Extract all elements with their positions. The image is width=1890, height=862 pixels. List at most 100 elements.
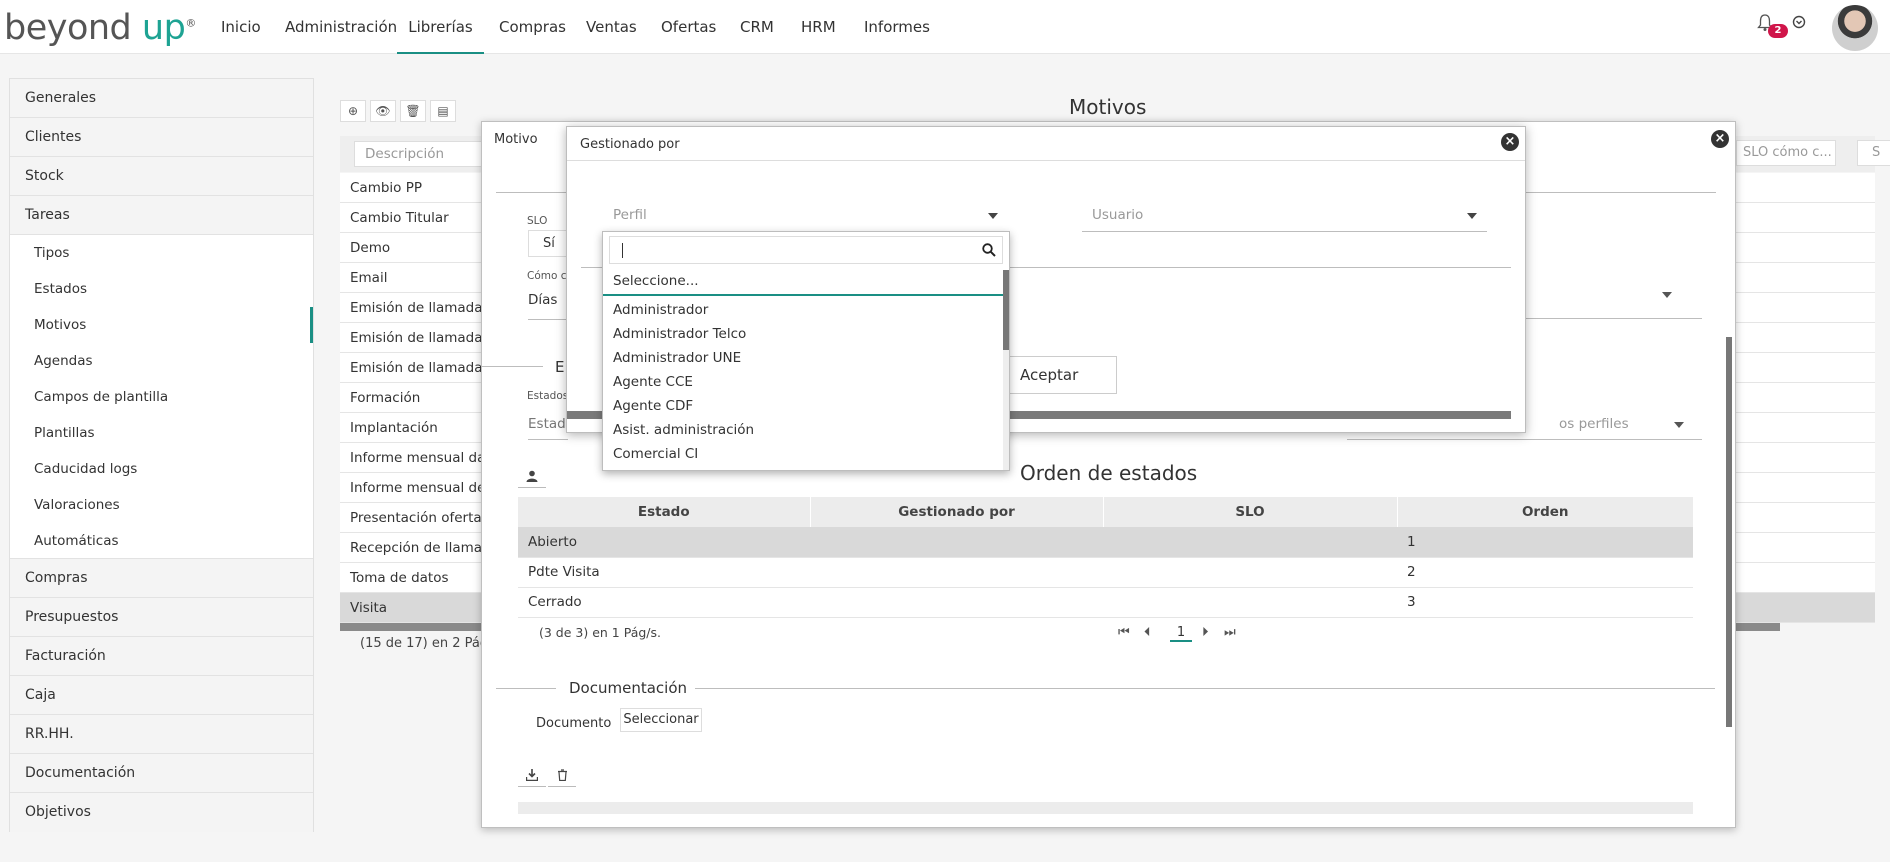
gestionado-dialog-title: Gestionado por (580, 137, 680, 152)
chevron-down-icon[interactable] (1662, 292, 1672, 298)
sidebar-item-tareas[interactable]: Tareas (10, 196, 313, 235)
sidebar-subitem-campos-plantilla[interactable]: Campos de plantilla (10, 379, 313, 415)
user-avatar[interactable] (1832, 5, 1878, 51)
column-header-estado[interactable]: Estado (518, 497, 811, 527)
chevron-circle-icon[interactable] (1792, 15, 1806, 33)
dropdown-search-input[interactable] (609, 236, 1003, 264)
sidebar-subitem-agendas[interactable]: Agendas (10, 343, 313, 379)
column-header-orden[interactable]: Orden (1397, 497, 1693, 527)
cell-orden: 1 (1397, 527, 1693, 558)
first-page-icon[interactable]: ⏮ (1118, 625, 1133, 640)
add-button[interactable]: ⊕ (340, 100, 366, 122)
prev-page-icon[interactable]: ⏴ (1144, 625, 1151, 640)
sidebar-subitem-motivos[interactable]: Motivos (10, 307, 313, 343)
nav-ofertas[interactable]: Ofertas (661, 0, 716, 54)
brand-logo[interactable]: beyond up® (4, 8, 196, 48)
slo-como-filter-input[interactable]: SLO cómo c... (1736, 140, 1836, 166)
vertical-scrollbar[interactable] (1726, 337, 1732, 727)
dropdown-option[interactable]: Administrador (613, 302, 708, 318)
description-filter-input[interactable]: Descripción (354, 141, 494, 167)
nav-librerias[interactable]: Librerías (397, 0, 484, 54)
cell-gestionado (810, 557, 1103, 588)
nav-hrm[interactable]: HRM (801, 0, 836, 54)
close-icon[interactable]: × (1501, 133, 1519, 151)
chevron-down-icon[interactable] (1467, 213, 1477, 219)
last-page-icon[interactable]: ⏭ (1224, 625, 1236, 640)
sidebar-item-compras[interactable]: Compras (10, 559, 313, 598)
sidebar-item-rrhh[interactable]: RR.HH. (10, 715, 313, 754)
sidebar-item-caja[interactable]: Caja (10, 676, 313, 715)
next-page-icon[interactable]: ⏵ (1202, 625, 1209, 640)
divider (482, 366, 543, 367)
nav-informes[interactable]: Informes (864, 0, 930, 54)
sidebar-subitem-automaticas[interactable]: Automáticas (10, 523, 313, 559)
dialog-header (567, 127, 1525, 161)
sidebar-item-generales[interactable]: Generales (10, 79, 313, 118)
sidebar-subitem-estados[interactable]: Estados (10, 271, 313, 307)
dropdown-option[interactable]: Administrador UNE (613, 350, 741, 366)
nav-compras[interactable]: Compras (499, 0, 566, 54)
cell-slo (1103, 557, 1397, 588)
sidebar-subitem-tipos[interactable]: Tipos (10, 235, 313, 271)
dropdown-scrollbar-thumb[interactable] (1003, 270, 1009, 350)
perfil-select[interactable]: Perfil (613, 207, 993, 231)
sidebar-subitem-caducidad-logs[interactable]: Caducidad logs (10, 451, 313, 487)
dropdown-option[interactable]: Seleccione... (613, 273, 699, 289)
column-header-gestionado[interactable]: Gestionado por (810, 497, 1104, 527)
delete-button[interactable]: 🗑 (400, 100, 426, 122)
table-row[interactable]: Abierto 1 (518, 527, 1693, 558)
trash-icon: 🗑 (405, 104, 421, 118)
sidebar-subitem-valoraciones[interactable]: Valoraciones (10, 487, 313, 523)
search-icon (982, 243, 996, 257)
user-icon (526, 470, 538, 482)
sidebar-item-presupuestos[interactable]: Presupuestos (10, 598, 313, 637)
column-header-slo[interactable]: SLO (1103, 497, 1398, 527)
extra-filter-input[interactable]: S (1857, 140, 1890, 166)
close-icon[interactable]: × (1711, 130, 1729, 148)
nav-crm[interactable]: CRM (740, 0, 774, 54)
dropdown-option-highlighted[interactable]: Seleccione... (603, 268, 1003, 296)
como-label: Cómo c (527, 270, 567, 282)
sidebar-item-clientes[interactable]: Clientes (10, 118, 313, 157)
text-caret (622, 243, 623, 258)
usuario-select[interactable]: Usuario (1092, 207, 1472, 231)
sidebar-item-objetivos[interactable]: Objetivos (10, 793, 313, 832)
cell-estado: Cerrado (518, 587, 810, 618)
estados-label: Estados (527, 390, 569, 402)
dropdown-option[interactable]: Agente CCE (613, 374, 693, 390)
chevron-down-icon[interactable] (988, 213, 998, 219)
como-underline (528, 319, 568, 320)
nav-ventas[interactable]: Ventas (586, 0, 637, 54)
current-page[interactable]: 1 (1170, 625, 1192, 642)
download-button[interactable] (518, 763, 546, 787)
estados-section-title: E (555, 358, 565, 376)
motivo-dialog-title: Motivo (494, 132, 538, 147)
chevron-down-icon[interactable] (1674, 422, 1684, 428)
eye-icon: 👁 (375, 104, 391, 118)
cell-slo (1103, 587, 1397, 618)
trash-icon (557, 768, 567, 781)
nav-inicio[interactable]: Inicio (221, 0, 261, 54)
view-button[interactable]: 👁 (370, 100, 396, 122)
dropdown-option[interactable]: Comercial CI (613, 446, 698, 462)
assign-user-button[interactable] (518, 464, 546, 488)
cell-estado: Abierto (518, 527, 810, 558)
sidebar-item-documentacion[interactable]: Documentación (10, 754, 313, 793)
dropdown-option[interactable]: Agente CDF (613, 398, 693, 414)
sidebar-subitem-plantillas[interactable]: Plantillas (10, 415, 313, 451)
table-row[interactable]: Pdte Visita 2 (518, 557, 1693, 588)
table-row[interactable]: Cerrado 3 (518, 587, 1693, 618)
sidebar-item-facturacion[interactable]: Facturación (10, 637, 313, 676)
nav-administracion[interactable]: Administración (285, 0, 397, 54)
export-excel-button[interactable]: ▤ (430, 100, 456, 122)
sidebar: Generales Clientes Stock Tareas Tipos Es… (9, 78, 314, 832)
dropdown-option[interactable]: Administrador Telco (613, 326, 746, 342)
accept-button[interactable]: Aceptar (1007, 356, 1117, 394)
delete-document-button[interactable] (548, 763, 576, 787)
select-document-button[interactable]: Seleccionar (620, 708, 702, 732)
cell-orden: 3 (1397, 587, 1693, 618)
sidebar-item-stock[interactable]: Stock (10, 157, 313, 196)
list-pagination-info: (15 de 17) en 2 Pág/ (360, 636, 493, 651)
perfiles-select[interactable]: os perfiles (1559, 416, 1679, 432)
dropdown-option[interactable]: Asist. administración (613, 422, 754, 438)
